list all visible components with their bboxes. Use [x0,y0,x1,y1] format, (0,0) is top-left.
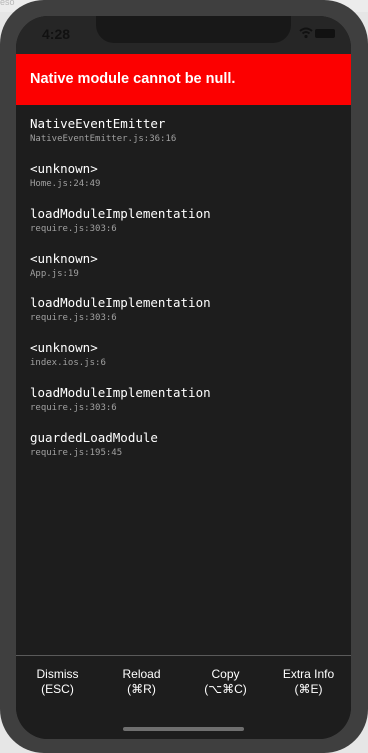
frame-method: <unknown> [30,340,98,355]
device-notch [96,16,291,43]
stack-frame[interactable]: guardedLoadModule require.js:195:45 [30,430,158,460]
frame-location: require.js:303:6 [30,313,117,323]
reload-button[interactable]: Reload (⌘R) [100,667,183,697]
frame-method: loadModuleImplementation [30,295,211,310]
extra-info-shortcut: (⌘E) [294,682,323,696]
frame-method: guardedLoadModule [30,430,158,445]
frame-method: loadModuleImplementation [30,385,211,400]
stack-frame[interactable]: loadModuleImplementation require.js:303:… [30,206,211,236]
phone-frame: 4:28 Native module cannot be null. Nativ… [0,0,368,753]
phone-screen: 4:28 Native module cannot be null. Nativ… [16,16,351,739]
extra-info-button[interactable]: Extra Info (⌘E) [267,667,350,697]
home-indicator[interactable] [123,727,244,731]
wifi-icon [299,27,313,39]
extra-info-label: Extra Info [282,667,335,681]
error-message: Native module cannot be null. [30,71,236,87]
reload-shortcut: (⌘R) [127,682,156,696]
stack-frame[interactable]: <unknown> Home.js:24:49 [30,161,100,191]
error-banner: Native module cannot be null. [16,54,351,105]
frame-location: App.js:19 [30,269,79,279]
stack-frame[interactable]: <unknown> App.js:19 [30,251,98,281]
dismiss-button[interactable]: Dismiss (ESC) [16,667,99,697]
stack-frame[interactable]: loadModuleImplementation require.js:303:… [30,295,211,325]
frame-location: Home.js:24:49 [30,179,101,189]
copy-shortcut: (⌥⌘C) [204,682,247,696]
stack-frame[interactable]: <unknown> index.ios.js:6 [30,340,106,370]
dismiss-label: Dismiss [36,667,79,681]
stack-frame[interactable]: NativeEventEmitter NativeEventEmitter.js… [30,116,176,146]
stack-frame[interactable]: loadModuleImplementation require.js:303:… [30,385,211,415]
status-time: 4:28 [42,26,71,42]
battery-icon [315,29,335,38]
frame-location: require.js:303:6 [30,224,117,234]
frame-location: require.js:195:45 [30,448,123,458]
stack-trace-list[interactable]: NativeEventEmitter NativeEventEmitter.js… [16,105,351,655]
reload-label: Reload [122,667,161,681]
dismiss-shortcut: (ESC) [41,682,74,696]
frame-method: loadModuleImplementation [30,206,211,221]
copy-label: Copy [211,667,240,681]
frame-method: <unknown> [30,161,98,176]
frame-location: index.ios.js:6 [30,358,106,368]
frame-location: NativeEventEmitter.js:36:16 [30,134,177,144]
frame-method: <unknown> [30,251,98,266]
frame-method: NativeEventEmitter [30,116,166,131]
status-bar: 4:28 [16,16,351,54]
frame-location: require.js:303:6 [30,403,117,413]
copy-button[interactable]: Copy (⌥⌘C) [184,667,267,697]
background-text-fragment: eso [0,0,15,7]
